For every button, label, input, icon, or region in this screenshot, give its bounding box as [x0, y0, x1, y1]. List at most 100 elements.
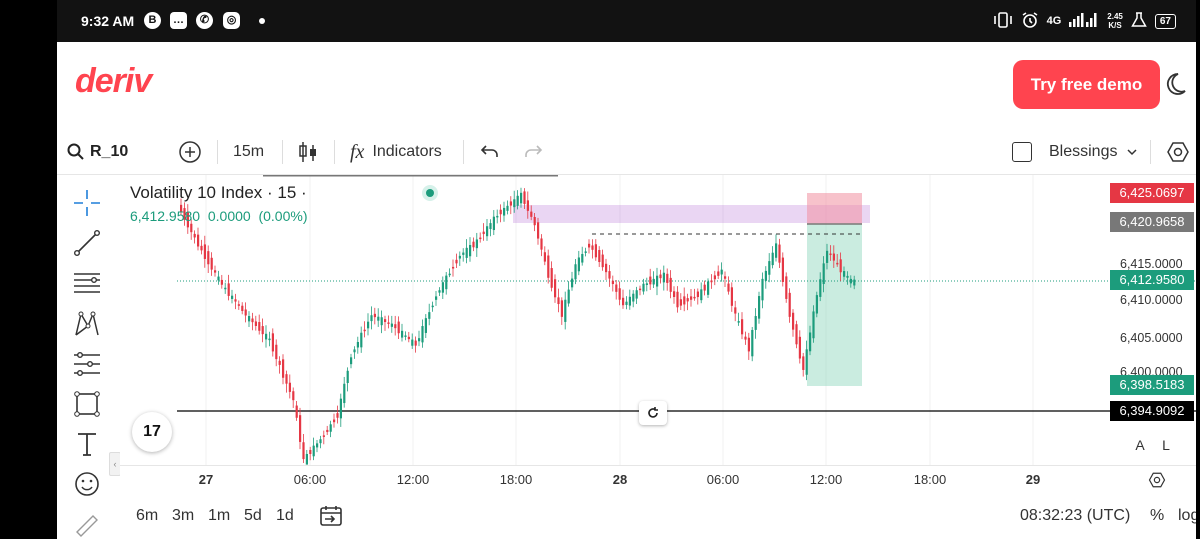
candle-body: [438, 290, 441, 293]
candle-body: [540, 238, 543, 250]
ruler-icon: [76, 515, 98, 537]
rectangle-icon: [74, 391, 100, 417]
candle-body: [533, 216, 536, 226]
level-price-tag: 6,394.9092: [1110, 401, 1194, 421]
percent-scale-button[interactable]: %: [1150, 507, 1164, 525]
emoji-tool[interactable]: [71, 468, 103, 500]
candle-body: [350, 357, 353, 365]
candle-body: [472, 241, 475, 248]
trend-line-tool[interactable]: [71, 227, 103, 259]
candle-body: [435, 296, 438, 300]
candle-body: [394, 324, 397, 329]
candle-body: [554, 279, 557, 298]
moon-icon[interactable]: [1164, 72, 1186, 96]
undo-button[interactable]: [480, 130, 500, 174]
candle-body: [543, 252, 546, 262]
utc-clock[interactable]: 08:32:23 (UTC): [1020, 507, 1130, 525]
range-3m-button[interactable]: 3m: [172, 507, 194, 525]
candle-body: [258, 322, 261, 331]
candle-body: [353, 349, 356, 353]
candle-body: [591, 245, 594, 250]
candle-body: [401, 330, 404, 338]
time-axis-label: 12:00: [809, 472, 843, 487]
xabcd-pattern-icon: [75, 311, 99, 336]
pattern-tool[interactable]: [71, 308, 103, 340]
log-scale-button[interactable]: L: [1156, 435, 1176, 455]
layout-selector[interactable]: Blessings: [1049, 130, 1138, 174]
time-axis-label: 28: [612, 472, 628, 487]
candle-body: [414, 340, 417, 346]
candle-body: [326, 429, 329, 433]
deriv-logo[interactable]: deriv: [75, 62, 152, 101]
more-notifications-dot: [259, 18, 265, 24]
chevron-down-icon: [1127, 149, 1138, 156]
auto-scale-button[interactable]: A: [1130, 435, 1150, 455]
candle-body: [744, 336, 747, 340]
candle-body: [588, 243, 591, 248]
reset-chart-button[interactable]: [639, 401, 667, 425]
range-1m-button[interactable]: 1m: [208, 507, 230, 525]
go-to-date-icon[interactable]: [319, 505, 343, 527]
candle-body: [713, 275, 716, 280]
candle-body: [489, 223, 492, 230]
candle-body: [707, 281, 710, 295]
time-axis[interactable]: 27 06:00 12:00 18:00 28 06:00 12:00 18:0…: [120, 465, 1196, 494]
layout-checkbox[interactable]: [1012, 130, 1032, 174]
candle-body: [622, 297, 625, 306]
text-tool[interactable]: [71, 428, 103, 460]
market-status-indicator: [422, 185, 438, 201]
candle-body: [720, 269, 723, 275]
candle-body: [356, 342, 359, 348]
take-profit-price-tag: 6,398.5183: [1110, 375, 1194, 395]
candle-body: [696, 291, 699, 298]
range-1d-button[interactable]: 1d: [276, 507, 294, 525]
candle-body: [244, 309, 247, 316]
tradingview-logo[interactable]: 17: [132, 412, 172, 452]
candle-body: [302, 442, 305, 460]
prediction-tool[interactable]: [71, 348, 103, 380]
entry-price-tag: 6,420.9658: [1110, 212, 1194, 232]
candle-body: [254, 321, 257, 326]
range-5d-button[interactable]: 5d: [244, 507, 262, 525]
chart-type-button[interactable]: [298, 130, 318, 174]
candle-body: [734, 307, 737, 314]
candle-body: [305, 453, 308, 465]
candle-body: [271, 333, 274, 352]
rectangle-tool[interactable]: [71, 388, 103, 420]
app-header: deriv Try free demo: [57, 42, 1196, 130]
chart-settings-button[interactable]: [1166, 130, 1190, 174]
candle-body: [574, 264, 577, 280]
candle-body: [445, 275, 448, 290]
candle-body: [312, 445, 315, 457]
candle-body: [431, 305, 434, 308]
candle-body: [798, 336, 801, 359]
redo-button[interactable]: [523, 130, 543, 174]
compare-symbol-button[interactable]: [178, 130, 202, 174]
log-toggle-button[interactable]: log: [1178, 507, 1196, 525]
axis-settings-icon[interactable]: [1148, 471, 1166, 489]
candle-body: [581, 253, 584, 263]
candle-body: [754, 316, 757, 330]
candle-body: [268, 338, 271, 341]
candle-body: [530, 211, 533, 217]
candle-body: [557, 297, 560, 305]
candle-body: [241, 305, 244, 311]
ruler-tool[interactable]: [71, 513, 103, 539]
fib-lines-tool[interactable]: [71, 267, 103, 299]
battery-indicator: 67: [1154, 13, 1176, 29]
symbol-search[interactable]: R_10: [67, 130, 128, 174]
toolbar-divider: [463, 140, 464, 164]
candle-body: [360, 332, 363, 348]
candle-body: [737, 321, 740, 323]
candle-body: [662, 272, 665, 283]
instagram-icon: ◎: [223, 12, 240, 29]
smiley-icon: [75, 472, 99, 496]
crosshair-icon: [74, 190, 100, 216]
interval-button[interactable]: 15m: [233, 130, 264, 174]
indicators-button[interactable]: fx Indicators: [350, 130, 442, 174]
range-6m-button[interactable]: 6m: [136, 507, 158, 525]
checkbox-box: [1012, 142, 1032, 162]
crosshair-tool[interactable]: [71, 187, 103, 219]
try-free-demo-button[interactable]: Try free demo: [1013, 60, 1160, 109]
price-chart[interactable]: Volatility 10 Index · 15 · 6,412.9580 0.…: [120, 175, 1196, 465]
